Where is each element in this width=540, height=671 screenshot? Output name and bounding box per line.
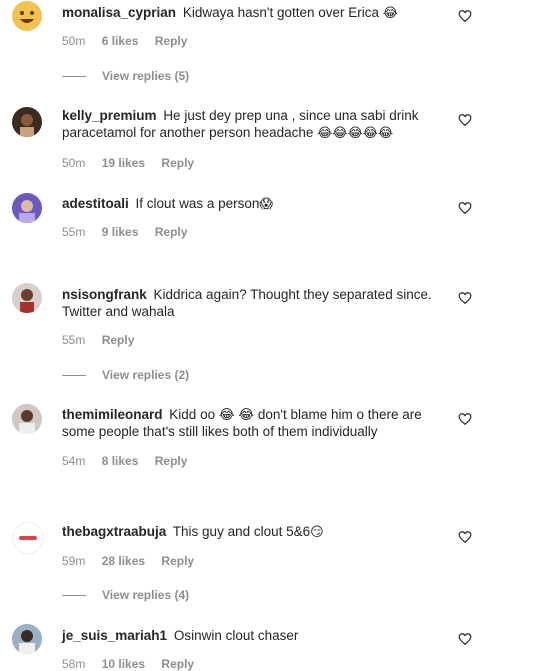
comment-text: nsisongfrank Kiddrica again? Thought the… xyxy=(62,286,442,320)
comment-meta: 54m 8 likes Reply xyxy=(62,454,200,468)
comment-likes[interactable]: 9 likes xyxy=(102,225,139,239)
comment-username[interactable]: monalisa_cyprian xyxy=(62,5,176,20)
view-replies-label[interactable]: View replies (4) xyxy=(102,588,189,602)
comment-likes[interactable]: 8 likes xyxy=(102,454,139,468)
avatar[interactable] xyxy=(12,522,44,554)
comment-meta: 50m 6 likes Reply xyxy=(62,34,200,48)
comment-likes[interactable]: 10 likes xyxy=(102,657,145,671)
comment-username[interactable]: kelly_premium xyxy=(62,108,157,123)
avatar[interactable] xyxy=(12,1,42,31)
divider-line xyxy=(62,75,86,77)
comment-time: 50m xyxy=(62,156,86,170)
comment-body: Osinwin clout chaser xyxy=(173,628,299,643)
comment-body: Kidwaya hasn't gotten over Erica xyxy=(182,5,380,20)
view-replies-button[interactable]: View replies (5) xyxy=(62,69,189,83)
reply-button[interactable]: Reply xyxy=(161,657,194,671)
like-heart-icon[interactable] xyxy=(458,9,472,23)
avatar[interactable] xyxy=(12,404,42,434)
like-heart-icon[interactable] xyxy=(458,530,472,544)
view-replies-button[interactable]: View replies (4) xyxy=(62,588,189,602)
comment-username[interactable]: adestitoali xyxy=(62,196,129,211)
comment-username[interactable]: je_suis_mariah1 xyxy=(62,628,167,643)
reply-button[interactable]: Reply xyxy=(155,225,188,239)
comment-time: 54m xyxy=(62,454,86,468)
comment-meta: 58m 10 likes Reply xyxy=(62,657,207,671)
comment-emoji: 😂 xyxy=(382,6,398,21)
comment-text: kelly_premium He just dey prep una , sin… xyxy=(62,107,442,142)
comment-time: 59m xyxy=(62,554,86,568)
comment-likes[interactable]: 19 likes xyxy=(102,156,145,170)
like-heart-icon[interactable] xyxy=(458,412,472,426)
divider-line xyxy=(62,594,86,596)
comment-time: 55m xyxy=(62,225,86,239)
comment-body: If clout was a person xyxy=(135,196,260,211)
avatar[interactable] xyxy=(12,107,42,137)
like-heart-icon[interactable] xyxy=(458,201,472,215)
comment-body: This guy and clout 5&6 xyxy=(172,524,311,539)
divider-line xyxy=(62,374,86,376)
comment-time: 58m xyxy=(62,657,86,671)
reply-button[interactable]: Reply xyxy=(161,554,194,568)
comment-meta: 55m 9 likes Reply xyxy=(62,225,200,239)
reply-button[interactable]: Reply xyxy=(161,156,194,170)
comment-meta: 50m 19 likes Reply xyxy=(62,156,207,170)
like-heart-icon[interactable] xyxy=(458,113,472,127)
comment-emoji: 😱 xyxy=(259,197,273,212)
comment-likes[interactable]: 6 likes xyxy=(102,34,139,48)
comment-username[interactable]: thebagxtraabuja xyxy=(62,524,166,539)
comment-text: je_suis_mariah1 Osinwin clout chaser xyxy=(62,627,442,644)
like-heart-icon[interactable] xyxy=(458,291,472,305)
view-replies-button[interactable]: View replies (2) xyxy=(62,368,189,382)
comment-text: themimileonard Kidd oo 😂 😂 don't blame h… xyxy=(62,406,442,440)
reply-button[interactable]: Reply xyxy=(102,333,135,347)
view-replies-label[interactable]: View replies (2) xyxy=(102,368,189,382)
comment-text: thebagxtraabuja This guy and clout 5&6😏 xyxy=(62,523,442,541)
reply-button[interactable]: Reply xyxy=(155,34,188,48)
comment-text: monalisa_cyprian Kidwaya hasn't gotten o… xyxy=(62,4,442,22)
comment-emoji: 😂😂😂😂😂 xyxy=(317,126,394,141)
comment-text: adestitoali If clout was a person😱 xyxy=(62,195,442,213)
comment-username[interactable]: nsisongfrank xyxy=(62,287,147,302)
avatar[interactable] xyxy=(12,283,42,313)
reply-button[interactable]: Reply xyxy=(155,454,188,468)
comment-emoji: 😏 xyxy=(310,525,324,540)
comment-meta: 55m Reply xyxy=(62,333,147,347)
comment-username[interactable]: themimileonard xyxy=(62,407,163,422)
avatar[interactable] xyxy=(12,193,42,223)
comment-time: 50m xyxy=(62,34,86,48)
like-heart-icon[interactable] xyxy=(458,632,472,646)
view-replies-label[interactable]: View replies (5) xyxy=(102,69,189,83)
comment-meta: 59m 28 likes Reply xyxy=(62,554,207,568)
avatar[interactable] xyxy=(12,624,42,654)
comment-likes[interactable]: 28 likes xyxy=(102,554,145,568)
comment-time: 55m xyxy=(62,333,86,347)
